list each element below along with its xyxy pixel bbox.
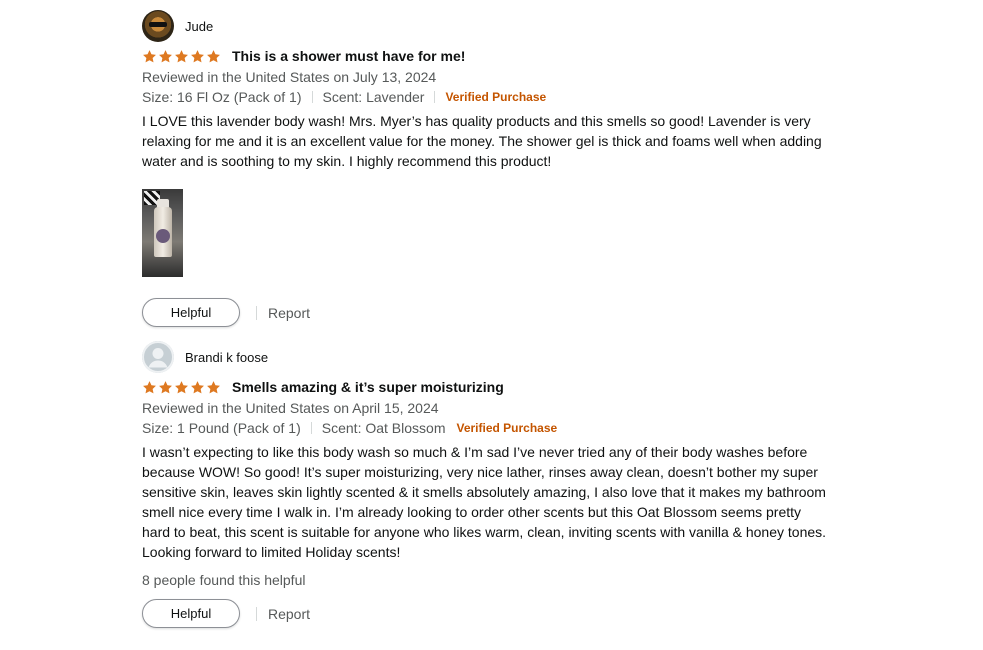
review-date: Reviewed in the United States on April 1… — [142, 400, 439, 416]
reviewer-name[interactable]: Jude — [185, 19, 213, 34]
review-title[interactable]: Smells amazing & it’s super moisturizing — [232, 379, 504, 395]
helpful-button[interactable]: Helpful — [142, 599, 240, 628]
star-icon — [143, 380, 156, 393]
reviewer-profile[interactable]: Brandi k foose — [142, 341, 832, 373]
divider — [434, 91, 436, 103]
avatar-photo-detail — [149, 22, 167, 27]
star-icon — [191, 49, 204, 62]
review-body: I wasn’t expecting to like this body was… — [142, 444, 827, 560]
divider — [310, 422, 312, 434]
divider — [311, 91, 313, 103]
star-icon — [175, 380, 188, 393]
review-body: I LOVE this lavender body wash! Mrs. Mye… — [142, 113, 822, 169]
reviewer-profile[interactable]: Jude — [142, 10, 832, 42]
star-icon — [207, 380, 220, 393]
scent-variant-link[interactable]: Scent: Lavender — [323, 87, 425, 107]
reviewer-avatar[interactable] — [142, 10, 174, 42]
star-rating[interactable] — [142, 380, 222, 395]
review-date: Reviewed in the United States on July 13… — [142, 69, 437, 85]
verified-purchase-badge: Verified Purchase — [456, 421, 558, 435]
review-image-thumbnail[interactable] — [142, 189, 183, 277]
star-icon — [143, 49, 156, 62]
scent-variant-link[interactable]: Scent: Oat Blossom — [322, 418, 446, 438]
divider — [445, 422, 446, 434]
size-variant-link[interactable]: Size: 1 Pound (Pack of 1) — [142, 418, 301, 438]
review-title[interactable]: This is a shower must have for me! — [232, 48, 465, 64]
review-card: Brandi k foose Smells amazing & it’s sup… — [142, 341, 832, 629]
helpful-count: 8 people found this helpful — [142, 572, 306, 588]
verified-purchase-badge: Verified Purchase — [445, 90, 547, 104]
default-user-icon[interactable] — [142, 341, 174, 373]
report-link[interactable]: Report — [268, 305, 310, 321]
divider — [256, 606, 257, 621]
size-variant-link[interactable]: Size: 16 Fl Oz (Pack of 1) — [142, 87, 302, 107]
star-rating[interactable] — [142, 49, 222, 64]
user-silhouette-icon — [142, 341, 174, 373]
star-icon — [159, 49, 172, 62]
report-link[interactable]: Report — [268, 606, 310, 622]
reviewer-name[interactable]: Brandi k foose — [185, 350, 268, 365]
divider — [256, 305, 257, 320]
star-icon — [191, 380, 204, 393]
star-icon — [207, 49, 220, 62]
star-icon — [175, 49, 188, 62]
helpful-button[interactable]: Helpful — [142, 298, 240, 327]
review-card: Jude This is a shower must have for me! … — [142, 10, 832, 328]
star-icon — [159, 380, 172, 393]
